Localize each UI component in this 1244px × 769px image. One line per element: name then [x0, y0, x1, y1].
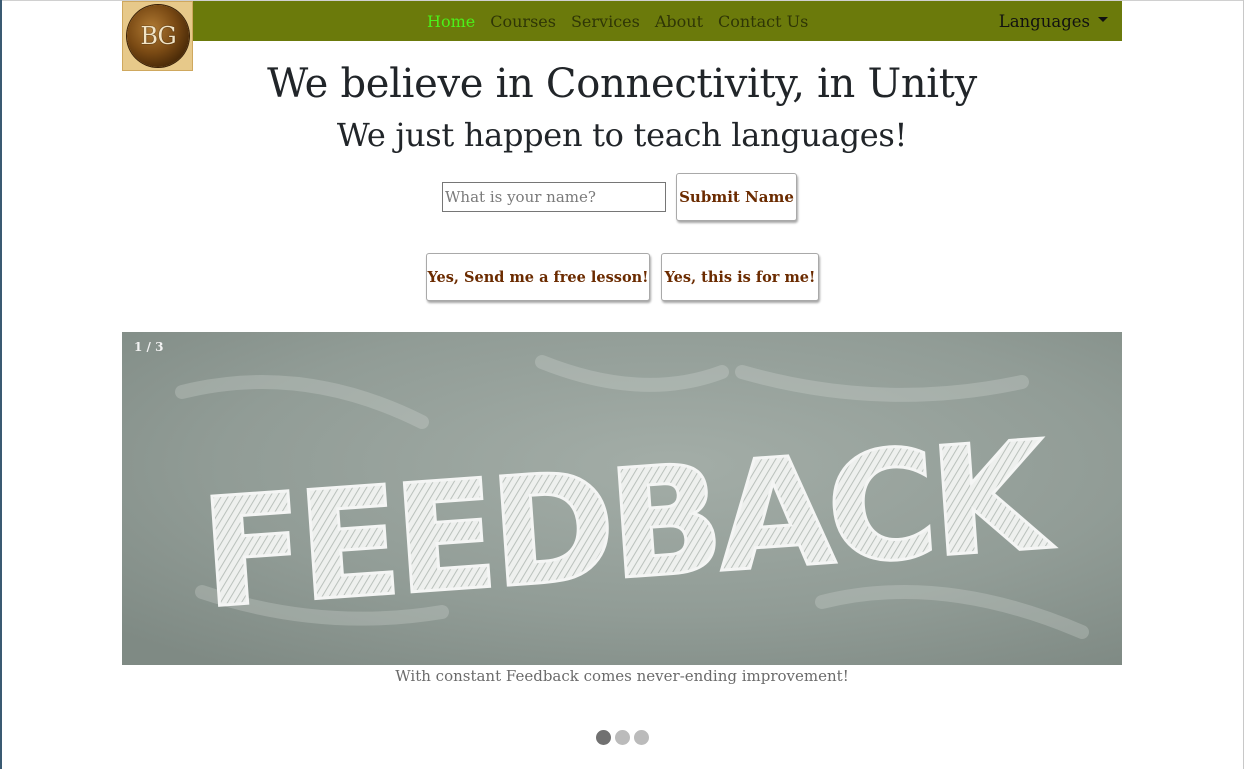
free-lesson-button[interactable]: Yes, Send me a free lesson! — [426, 253, 650, 301]
slide-dot-2[interactable] — [615, 730, 630, 745]
page-title: We believe in Connectivity, in Unity — [267, 61, 977, 107]
name-input[interactable] — [442, 182, 666, 212]
nav-link-courses[interactable]: Courses — [490, 12, 556, 31]
nav-link-about[interactable]: About — [655, 12, 703, 31]
page-subtitle: We just happen to teach languages! — [336, 116, 908, 154]
slide-caption: With constant Feedback comes never-endin… — [395, 667, 849, 685]
nav-link-contact-us[interactable]: Contact Us — [718, 12, 808, 31]
brand-logo[interactable]: BG — [122, 1, 193, 71]
this-is-for-me-button[interactable]: Yes, this is for me! — [661, 253, 819, 301]
logo-emblem: BG — [127, 5, 189, 67]
languages-dropdown[interactable]: Languages — [999, 1, 1108, 41]
caret-down-icon — [1098, 16, 1108, 22]
navbar: Home Courses Services About Contact Us L… — [122, 1, 1122, 41]
slide-dots — [596, 730, 649, 745]
slide-dot-3[interactable] — [634, 730, 649, 745]
logo-text: BG — [140, 22, 176, 50]
slide-counter: 1 / 3 — [134, 340, 164, 354]
submit-name-button[interactable]: Submit Name — [676, 173, 797, 221]
slide-dot-1[interactable] — [596, 730, 611, 745]
nav-links: Home Courses Services About Contact Us — [427, 1, 808, 41]
chalkboard-image: FEEDBACK — [122, 332, 1122, 665]
slideshow-slide: FEEDBACK 1 / 3 — [122, 332, 1122, 665]
nav-link-services[interactable]: Services — [571, 12, 640, 31]
nav-link-home[interactable]: Home — [427, 12, 475, 31]
languages-dropdown-label: Languages — [998, 11, 1090, 31]
